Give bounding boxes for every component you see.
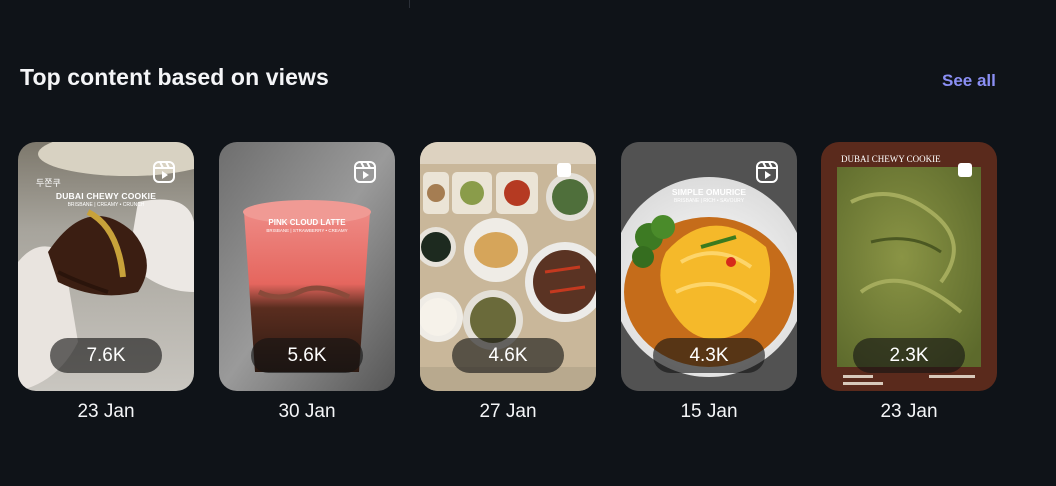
views-count: 4.6K xyxy=(452,338,564,373)
overlay-subtitle: BRISBANE | STRAWBERRY • CREAMY xyxy=(266,228,348,233)
content-card-5[interactable]: DUBAI CHEWY COOKIE 2.3K xyxy=(821,142,997,391)
views-count: 7.6K xyxy=(50,338,162,373)
content-card-3[interactable]: 4.6K xyxy=(420,142,596,391)
card-date: 27 Jan xyxy=(479,401,537,422)
carousel-icon xyxy=(958,163,972,177)
card-date: 15 Jan xyxy=(680,401,738,422)
overlay-subtitle: BRISBANE | RICH • SAVOURY xyxy=(673,198,745,204)
views-count: 4.3K xyxy=(653,338,765,373)
views-count: 5.6K xyxy=(251,338,363,373)
card-date: 23 Jan xyxy=(880,401,938,422)
see-all-link[interactable]: See all xyxy=(942,71,996,91)
reel-icon xyxy=(756,161,778,183)
overlay-subtitle: BRISBANE | CREAMY • CRUNCH xyxy=(67,202,145,208)
overlay-title: DUBAI CHEWY COOKIE xyxy=(55,191,157,201)
card-date: 23 Jan xyxy=(77,401,135,422)
carousel-icon xyxy=(557,163,571,177)
overlay-title: SIMPLE OMURICE xyxy=(671,187,747,197)
views-count: 2.3K xyxy=(853,338,965,373)
divider xyxy=(409,0,410,8)
top-content-section: Top content based on views See all 두쫀쿠 D… xyxy=(0,0,1056,486)
overlay-title: PINK CLOUD LATTE xyxy=(268,218,346,227)
content-card-2[interactable]: PINK CLOUD LATTE BRISBANE | STRAWBERRY •… xyxy=(219,142,395,391)
card-date: 30 Jan xyxy=(278,401,336,422)
reel-icon xyxy=(354,161,376,183)
section-title: Top content based on views xyxy=(20,64,329,90)
overlay-tag: 두쫀쿠 xyxy=(36,178,61,188)
reel-icon xyxy=(153,161,175,183)
content-card-1[interactable]: 두쫀쿠 DUBAI CHEWY COOKIE BRISBANE | CREAMY… xyxy=(18,142,194,391)
overlay-title: DUBAI CHEWY COOKIE xyxy=(841,154,941,164)
content-card-4[interactable]: SIMPLE OMURICE BRISBANE | RICH • SAVOURY… xyxy=(621,142,797,391)
